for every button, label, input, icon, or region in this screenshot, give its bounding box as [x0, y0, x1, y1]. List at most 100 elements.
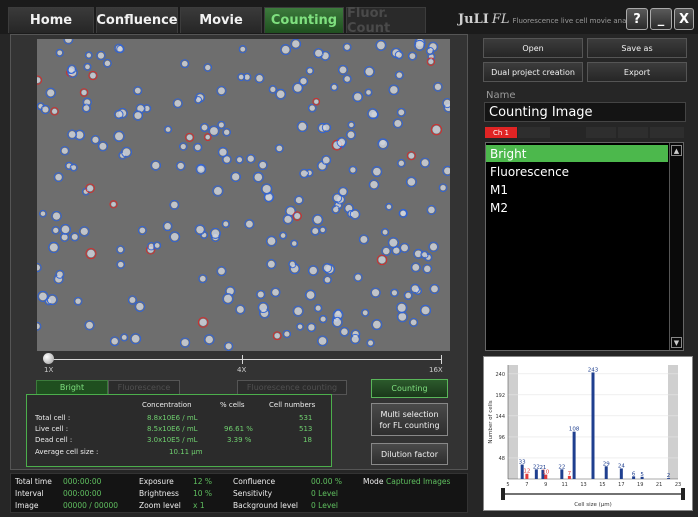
tab-counting[interactable]: Counting	[264, 7, 344, 33]
cell-body	[181, 60, 188, 67]
tab-fluor-count[interactable]: Fluor. Count	[346, 6, 426, 36]
live-concentration: 8.5x10E6 / mL	[147, 425, 198, 433]
tab-movie[interactable]: Movie	[180, 7, 262, 33]
cell-body	[111, 201, 116, 207]
save-as-button[interactable]: Save as	[587, 38, 687, 58]
zoom-level-label: Zoom level	[139, 501, 181, 510]
x-tick-label: 7	[525, 482, 528, 488]
row-label: Total cell :	[35, 414, 71, 422]
scroll-down-icon[interactable]: ▼	[671, 337, 682, 348]
cell-body	[415, 41, 424, 50]
dual-project-button[interactable]: Dual project creation	[483, 62, 583, 82]
cell-body	[129, 297, 136, 303]
export-button[interactable]: Export	[587, 62, 687, 82]
histogram-bar	[560, 469, 564, 479]
minimize-button[interactable]: _	[650, 8, 672, 30]
cell-body	[333, 318, 342, 326]
list-scrollbar[interactable]: ▲ ▼	[669, 143, 683, 350]
cell-body	[281, 45, 290, 54]
cell-body	[244, 74, 250, 80]
channel-tab-5[interactable]	[650, 127, 684, 138]
subtab-fluorescence[interactable]: Fluorescence	[108, 380, 180, 395]
list-item[interactable]: Bright	[486, 145, 668, 162]
cell-body	[134, 112, 142, 120]
help-button[interactable]: ?	[626, 8, 648, 30]
cell-body	[81, 89, 87, 96]
zoom-label-min: 1X	[44, 366, 54, 374]
x-tick-label: 9	[544, 482, 547, 488]
bar-label: 24	[618, 463, 625, 469]
multi-selection-button[interactable]: Multi selection for FL counting	[371, 403, 448, 436]
cell-body	[259, 161, 267, 169]
background-level-label: Background level	[233, 501, 298, 510]
cell-body	[199, 275, 206, 282]
cell-body	[223, 156, 231, 163]
bar-label: 12	[523, 469, 530, 475]
cell-body	[61, 147, 68, 154]
cell-body	[312, 228, 319, 235]
cell-body	[85, 64, 90, 70]
cell-body	[99, 142, 107, 150]
scroll-up-icon[interactable]: ▲	[671, 145, 682, 156]
list-item[interactable]: M1	[486, 181, 668, 198]
cell-body	[48, 295, 57, 304]
cell-body	[218, 122, 224, 128]
live-numbers: 513	[299, 425, 313, 433]
zoom-slider-handle[interactable]	[43, 353, 54, 364]
cell-body	[309, 266, 317, 275]
total-numbers: 531	[299, 414, 313, 422]
cell-body	[386, 204, 392, 209]
y-tick-label: 192	[495, 393, 505, 399]
cell-body	[350, 167, 356, 173]
brand-logo: JuLI FL Fluorescence live cell movie ana…	[458, 12, 643, 30]
dead-numbers: 18	[303, 436, 312, 444]
cell-body	[434, 83, 442, 90]
cell-body	[421, 306, 430, 315]
cell-body	[246, 220, 253, 228]
list-item[interactable]: M2	[486, 199, 668, 216]
zoom-slider-track[interactable]	[47, 359, 442, 360]
cell-image-viewer[interactable]	[37, 39, 450, 351]
cell-body	[444, 167, 450, 175]
y-tick-label: 48	[499, 456, 505, 462]
cell-body	[83, 105, 90, 111]
cell-body	[373, 320, 381, 329]
list-item[interactable]: Fluorescence	[486, 163, 668, 180]
cell-body	[53, 227, 59, 233]
name-field[interactable]: Counting Image	[484, 102, 686, 122]
cell-body	[270, 86, 276, 92]
cell-body	[197, 165, 205, 173]
dilution-factor-button[interactable]: Dilution factor	[371, 443, 448, 465]
cell-body	[410, 319, 417, 326]
cell-body	[57, 50, 63, 56]
channel-tab-3[interactable]	[586, 127, 616, 138]
status-bar: Total time 000:00:00 Interval 000:00:00 …	[10, 473, 468, 513]
cell-body	[201, 232, 207, 238]
cell-body	[315, 49, 323, 57]
exposure-label: Exposure	[139, 477, 174, 486]
subtab-bright[interactable]: Bright	[36, 380, 108, 395]
cell-body	[351, 210, 359, 219]
cell-body	[377, 41, 385, 50]
tab-home[interactable]: Home	[8, 7, 94, 33]
subtab-fl-counting[interactable]: Fluorescence counting	[237, 380, 347, 395]
channel-tab-2[interactable]	[518, 127, 550, 138]
cell-body	[256, 75, 263, 82]
open-button[interactable]: Open	[483, 38, 583, 58]
avg-size-label: Average cell size :	[35, 448, 99, 456]
cell-body	[306, 291, 315, 299]
multi-selection-line1: Multi selection	[380, 409, 439, 419]
channel-tab-1[interactable]: Ch 1	[485, 127, 517, 138]
channel-tab-4[interactable]	[618, 127, 648, 138]
cell-body	[205, 335, 213, 344]
cell-body	[354, 93, 362, 101]
counting-button[interactable]: Counting	[371, 379, 448, 398]
bar-label: 29	[603, 461, 610, 467]
cell-body	[378, 256, 386, 264]
cell-body	[65, 39, 72, 43]
close-button[interactable]: X	[674, 8, 694, 30]
cell-body	[391, 290, 398, 296]
cell-body	[39, 292, 47, 301]
cell-body	[333, 206, 339, 213]
tab-confluence[interactable]: Confluence	[96, 7, 178, 33]
